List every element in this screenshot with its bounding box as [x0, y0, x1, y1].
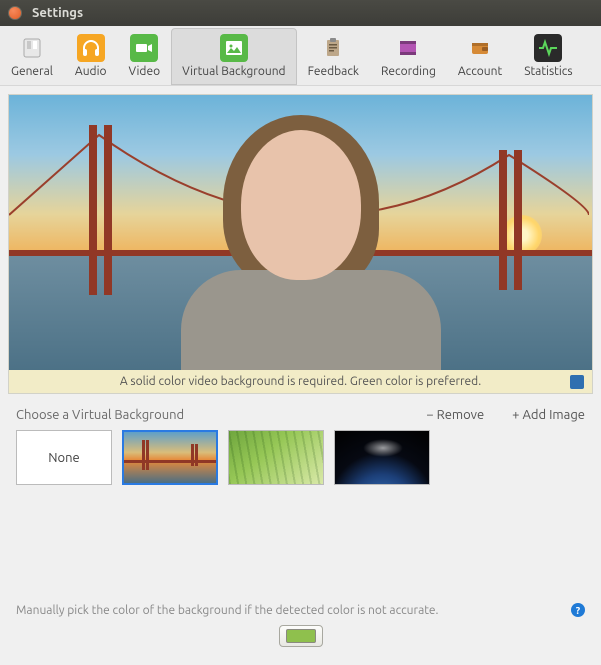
tab-video[interactable]: Video — [118, 28, 172, 85]
background-option-earth[interactable] — [334, 430, 430, 485]
tab-label: General — [11, 65, 53, 78]
rotate-camera-icon[interactable] — [570, 375, 584, 389]
tab-general[interactable]: General — [0, 28, 64, 85]
switch-icon — [18, 34, 46, 62]
tab-label: Video — [129, 65, 161, 78]
tab-audio[interactable]: Audio — [64, 28, 118, 85]
tab-virtual-background[interactable]: Virtual Background — [171, 28, 296, 85]
notice-text: A solid color video background is requir… — [120, 375, 481, 388]
camera-icon — [130, 34, 158, 62]
color-swatch — [286, 629, 316, 643]
background-option-none[interactable]: None — [16, 430, 112, 485]
background-thumbnails: None — [0, 426, 601, 501]
background-color-picker[interactable] — [279, 625, 323, 647]
choose-background-label: Choose a Virtual Background — [16, 408, 184, 422]
tab-recording[interactable]: Recording — [370, 28, 447, 85]
color-pick-note: Manually pick the color of the backgroun… — [16, 604, 439, 617]
titlebar: Settings — [0, 0, 601, 26]
wallet-icon — [466, 34, 494, 62]
none-label: None — [48, 451, 80, 465]
remove-background-button[interactable]: − Remove — [426, 408, 484, 422]
background-option-bridge[interactable] — [122, 430, 218, 485]
video-preview: A solid color video background is requir… — [8, 94, 593, 394]
tab-label: Statistics — [524, 65, 572, 78]
background-requirement-notice: A solid color video background is requir… — [9, 370, 592, 393]
window-title: Settings — [32, 6, 83, 20]
tab-label: Audio — [75, 65, 107, 78]
background-option-grass[interactable] — [228, 430, 324, 485]
tab-label: Recording — [381, 65, 436, 78]
tab-label: Virtual Background — [182, 65, 285, 78]
pulse-icon — [534, 34, 562, 62]
tab-feedback[interactable]: Feedback — [297, 28, 370, 85]
close-window-button[interactable] — [8, 6, 22, 20]
film-icon — [394, 34, 422, 62]
tab-label: Account — [458, 65, 502, 78]
settings-tabs: General Audio Video Virtual Background F… — [0, 26, 601, 86]
clipboard-icon — [319, 34, 347, 62]
image-icon — [220, 34, 248, 62]
tab-account[interactable]: Account — [447, 28, 513, 85]
headphones-icon — [77, 34, 105, 62]
vb-section-header: Choose a Virtual Background − Remove + A… — [0, 402, 601, 426]
tab-statistics[interactable]: Statistics — [513, 28, 583, 85]
tab-label: Feedback — [308, 65, 359, 78]
color-picker-section: Manually pick the color of the backgroun… — [0, 603, 601, 665]
add-image-button[interactable]: + Add Image — [512, 408, 585, 422]
help-icon[interactable]: ? — [571, 603, 585, 617]
